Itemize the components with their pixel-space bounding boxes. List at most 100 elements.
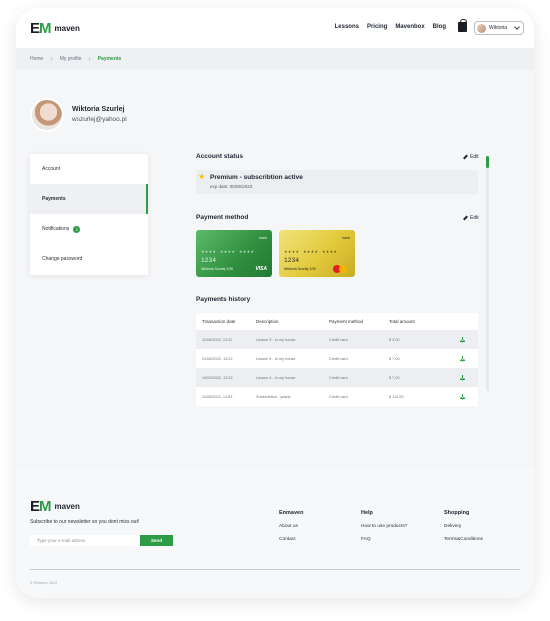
- scrollbar-track[interactable]: [486, 156, 489, 391]
- newsletter-text: Subscribe to our newsletter so you dont …: [30, 519, 140, 525]
- logo[interactable]: EM maven: [30, 20, 80, 37]
- nav-blog[interactable]: Blog: [433, 24, 446, 30]
- sidebar-item-payments[interactable]: Payments: [30, 184, 148, 214]
- profile-sidebar: Account Payments Notifications 2 Change …: [30, 154, 148, 275]
- chevron-right-icon: ›: [88, 55, 91, 63]
- app-frame: EM maven Lessons Pricing Mavenbox Blog W…: [16, 8, 534, 598]
- cell-method: Credit card: [329, 375, 348, 380]
- logo-mark: EM: [30, 20, 51, 37]
- visa-logo-icon: VISA: [255, 266, 267, 272]
- account-status-title: Account status: [196, 153, 243, 160]
- payment-method-title: Payment method: [196, 214, 249, 221]
- edit-label: Edit: [470, 215, 479, 221]
- copyright: © EMaven 2022: [30, 581, 58, 585]
- cell-amount: $ 3,00: [389, 337, 400, 342]
- logo-word: maven: [54, 24, 80, 33]
- table-header: Transaction date Description Payment met…: [196, 313, 478, 330]
- sidebar-item-account[interactable]: Account: [30, 154, 148, 184]
- table-body: 11/06/2022, 13:22 Lesson 3 - In my house…: [196, 330, 478, 406]
- header: EM maven Lessons Pricing Mavenbox Blog W…: [16, 8, 534, 48]
- scrollbar-thumb[interactable]: [486, 156, 489, 168]
- footer-logo[interactable]: EM maven: [30, 498, 80, 515]
- download-icon[interactable]: [459, 394, 465, 399]
- cell-method: Credit card: [329, 394, 348, 399]
- breadcrumb-home[interactable]: Home: [30, 56, 43, 62]
- nav-mavenbox[interactable]: Mavenbox: [395, 24, 424, 30]
- footer-column-title: Shopping: [444, 510, 470, 516]
- footer-link[interactable]: Terms&Conditions: [444, 537, 483, 542]
- column-header: Total amount: [389, 319, 415, 324]
- card-bank-label: bank: [259, 236, 267, 240]
- table-row: 01/06/2022, 13:22 Lesson 5 - In my house…: [196, 349, 478, 368]
- credit-card-visa[interactable]: bank **** **** **** 1234 Wiktoria Szurle…: [196, 230, 272, 277]
- breadcrumb: Home › My profile › Payments: [16, 48, 534, 70]
- card-number: **** **** **** 1234: [284, 250, 338, 264]
- download-icon[interactable]: [459, 375, 465, 380]
- footer-link[interactable]: How to use products?: [361, 524, 407, 529]
- cell-description: Lesson 4 - In my house: [256, 375, 296, 380]
- column-header: Payment method: [329, 319, 364, 324]
- cell-amount: $ 112,00: [389, 394, 404, 399]
- footer-column-title: Help: [361, 510, 373, 516]
- download-icon[interactable]: [459, 337, 465, 342]
- footer-link[interactable]: Delivery: [444, 524, 483, 529]
- table-row: 11/05/2022, 14:53 Subscribtion - yearly …: [196, 387, 478, 406]
- bag-icon[interactable]: [458, 19, 467, 32]
- pencil-icon: [463, 154, 468, 160]
- profile-name: Wiktoria Szurlej: [72, 106, 125, 113]
- user-menu-name: Wiktoria: [489, 25, 508, 31]
- table-row: 14/05/2022, 13:22 Lesson 4 - In my house…: [196, 368, 478, 387]
- star-icon: ★: [198, 172, 206, 181]
- edit-payment-method-button[interactable]: Edit: [463, 215, 479, 221]
- cell-description: Subscribtion - yearly: [256, 394, 291, 399]
- newsletter-email-input[interactable]: [30, 535, 140, 546]
- logo-word: maven: [54, 502, 80, 511]
- mastercard-logo-icon: [333, 265, 347, 273]
- nav-lessons[interactable]: Lessons: [335, 24, 359, 30]
- edit-label: Edit: [470, 154, 479, 160]
- footer-column-enmaven: Enmaven About us Contact: [279, 510, 303, 550]
- pencil-icon: [463, 215, 468, 221]
- plan-status: Premium - subscribtion active: [210, 174, 303, 181]
- credit-card-mastercard[interactable]: bank **** **** **** 1234 Wiktoria Szurle…: [279, 230, 355, 277]
- breadcrumb-current: Payments: [97, 56, 122, 62]
- notification-badge: 2: [73, 225, 81, 233]
- cell-date: 11/05/2022, 14:53: [202, 394, 233, 399]
- card-holder: Wiktoria Szurlej 1/30: [201, 267, 234, 271]
- card-bank-label: bank: [342, 236, 350, 240]
- cell-date: 11/06/2022, 13:22: [202, 337, 233, 342]
- card-holder: Wiktoria Szurlej 1/30: [284, 267, 317, 271]
- footer-divider: [30, 569, 520, 570]
- footer-column-shopping: Shopping Delivery Terms&Conditions: [444, 510, 483, 550]
- expiry-date: exp date: 05/06/2023: [210, 184, 253, 189]
- download-icon[interactable]: [459, 356, 465, 361]
- sidebar-item-change-password[interactable]: Change password: [30, 244, 148, 274]
- profile-email: wszurlej@yahoo.pl: [72, 116, 127, 123]
- avatar: [477, 23, 486, 33]
- chevron-down-icon: [514, 24, 520, 30]
- cell-method: Credit card: [329, 356, 348, 361]
- column-header: Transaction date: [202, 319, 236, 324]
- logo-mark: EM: [30, 498, 51, 515]
- nav-pricing[interactable]: Pricing: [367, 24, 387, 30]
- breadcrumb-profile[interactable]: My profile: [60, 56, 82, 62]
- user-menu[interactable]: Wiktoria: [474, 21, 524, 35]
- footer-link[interactable]: About us: [279, 524, 303, 529]
- payments-history-title: Payments history: [196, 296, 251, 303]
- cell-method: Credit card: [329, 337, 348, 342]
- edit-account-status-button[interactable]: Edit: [463, 154, 479, 160]
- cell-date: 01/06/2022, 13:22: [202, 356, 233, 361]
- cell-description: Lesson 3 - In my house: [256, 337, 296, 342]
- sidebar-item-notifications[interactable]: Notifications 2: [30, 214, 148, 244]
- footer-column-title: Enmaven: [279, 510, 304, 516]
- payments-table: Transaction date Description Payment met…: [196, 313, 478, 406]
- profile-avatar: [30, 98, 64, 132]
- footer-link[interactable]: FAQ: [361, 537, 407, 542]
- send-button[interactable]: Send: [140, 535, 173, 546]
- table-row: 11/06/2022, 13:22 Lesson 3 - In my house…: [196, 330, 478, 349]
- footer-link[interactable]: Contact: [279, 537, 303, 542]
- cell-amount: $ 7,00: [389, 375, 400, 380]
- footer: EM maven Subscribe to our newsletter so …: [16, 468, 534, 598]
- sidebar-item-label: Notifications: [42, 226, 70, 232]
- status-box: ★ Premium - subscribtion active exp date…: [196, 170, 478, 194]
